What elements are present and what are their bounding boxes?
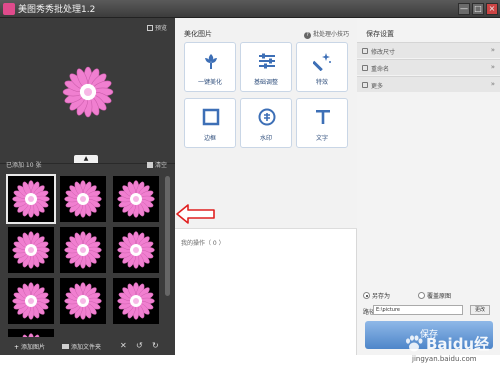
tool-watermark[interactable]: 水印 [240,98,292,148]
image-list-toolbar: +添加图片 添加文件夹 ✕ ↺ ↻ [0,337,175,355]
sliders-icon [257,51,277,71]
chevron-right-icon: » [491,80,495,88]
beautify-panel: 美化图片 ?批处理小技巧 一键美化 [175,18,357,355]
minimize-button[interactable]: — [458,3,470,15]
preview-button[interactable]: 预览 [147,23,167,32]
section-label: 更多 [371,81,383,90]
collapse-preview-button[interactable]: ▲ [74,155,98,163]
clear-button[interactable]: 清空 [147,160,167,169]
rename-icon [362,65,368,71]
thumbnail-item[interactable] [8,227,54,273]
tool-one-click-beautify[interactable]: 一键美化 [184,42,236,92]
text-icon [313,107,333,127]
tool-label: 特效 [297,77,347,86]
my-operations-label: 我的操作（ 0 ） [181,238,225,247]
flower-image [11,230,51,270]
tool-text[interactable]: 文字 [296,98,348,148]
preview-label: 预览 [155,25,167,32]
section-resize[interactable]: 修改尺寸 » [357,42,500,58]
trash-icon [147,162,153,168]
red-arrow-annotation [176,204,216,224]
section-rename[interactable]: 重命名 » [357,59,500,75]
thumbnail-item[interactable] [8,329,54,337]
magic-wand-icon [313,51,333,71]
save-as-label: 另存为 [372,293,390,300]
preview-icon [147,25,153,31]
overwrite-label: 覆盖原图 [427,293,451,300]
close-button[interactable]: × [486,3,498,15]
frame-icon [201,107,221,127]
add-image-button[interactable]: +添加图片 [14,342,45,351]
tool-frame[interactable]: 边框 [184,98,236,148]
tool-label: 边框 [185,133,235,142]
section-label: 重命名 [371,64,389,73]
folder-icon [62,344,69,349]
tool-label: 基础调整 [241,77,291,86]
flower-image [116,281,156,321]
added-count-label: 已添加 10 张 [6,160,41,169]
flower-image [11,179,51,219]
window-title: 美图秀秀批处理1.2 [18,2,95,15]
flower-image [11,281,51,321]
path-field[interactable]: E:\picture [373,305,463,315]
section-label: 修改尺寸 [371,47,395,56]
chevron-right-icon: » [491,63,495,71]
clear-label: 清空 [155,162,167,169]
add-image-label: 添加图片 [21,344,45,351]
save-settings-title: 保存设置 [366,29,394,39]
chevron-right-icon: » [491,46,495,54]
beautify-title: 美化图片 [184,29,212,39]
baidu-watermark: Baidu经验 jingyan.baidu.com [396,333,500,372]
watermark-brand: Baidu经验 [426,333,500,375]
tool-effects[interactable]: 特效 [296,42,348,92]
section-more[interactable]: 更多 » [357,76,500,92]
save-as-radio[interactable]: 另存为 [363,293,390,300]
thumbnail-item[interactable] [60,176,106,222]
thumbnail-item[interactable] [113,227,159,273]
flower-image [63,281,103,321]
tips-link[interactable]: ?批处理小技巧 [304,29,349,39]
tips-label: 批处理小技巧 [313,31,349,38]
preview-flower-image [61,65,115,119]
change-path-button[interactable]: 更改 [470,305,490,315]
magic-flower-icon [201,51,221,71]
tool-basic-adjust[interactable]: 基础调整 [240,42,292,92]
rotate-right-icon[interactable]: ↻ [152,341,159,350]
maximize-button[interactable]: □ [472,3,484,15]
help-icon: ? [304,32,311,39]
beautify-tools-area: 美化图片 ?批处理小技巧 一键美化 [175,18,357,229]
app-window: 美图秀秀批处理1.2 — □ × 预览 ▲ 已添加 10 张 清空 +添加图片 … [0,0,500,372]
thumbnail-item[interactable] [60,278,106,324]
flower-image [63,179,103,219]
watermark-url: jingyan.baidu.com [412,355,477,363]
radio-icon [418,292,425,299]
save-settings-panel: 保存设置 修改尺寸 » 重命名 » 更多 » 另存为 覆盖原图 路径 E:\pi… [357,18,500,355]
plus-icon: + [14,344,19,351]
flower-image [116,179,156,219]
app-logo-icon [3,3,15,15]
thumbnail-item[interactable] [60,227,106,273]
thumbnail-item[interactable] [113,176,159,222]
thumbnail-item[interactable] [8,176,54,222]
overwrite-radio[interactable]: 覆盖原图 [418,293,451,300]
save-mode-options: 另存为 覆盖原图 [363,291,451,300]
watermark-icon [257,107,277,127]
resize-icon [362,48,368,54]
thumbnail-item[interactable] [8,278,54,324]
rotate-left-icon[interactable]: ↺ [136,341,143,350]
flower-image [63,230,103,270]
delete-icon[interactable]: ✕ [120,341,127,350]
add-folder-button[interactable]: 添加文件夹 [62,342,101,351]
radio-selected-icon [363,292,370,299]
tool-label: 文字 [297,133,347,142]
thumbnail-scrollbar[interactable] [165,176,170,296]
more-icon [362,82,368,88]
tool-label: 一键美化 [185,77,235,86]
baidu-paw-icon [404,335,424,353]
thumbnail-item[interactable] [113,278,159,324]
title-bar: 美图秀秀批处理1.2 — □ × [0,0,500,18]
flower-image [116,230,156,270]
add-folder-label: 添加文件夹 [71,344,101,351]
tool-label: 水印 [241,133,291,142]
